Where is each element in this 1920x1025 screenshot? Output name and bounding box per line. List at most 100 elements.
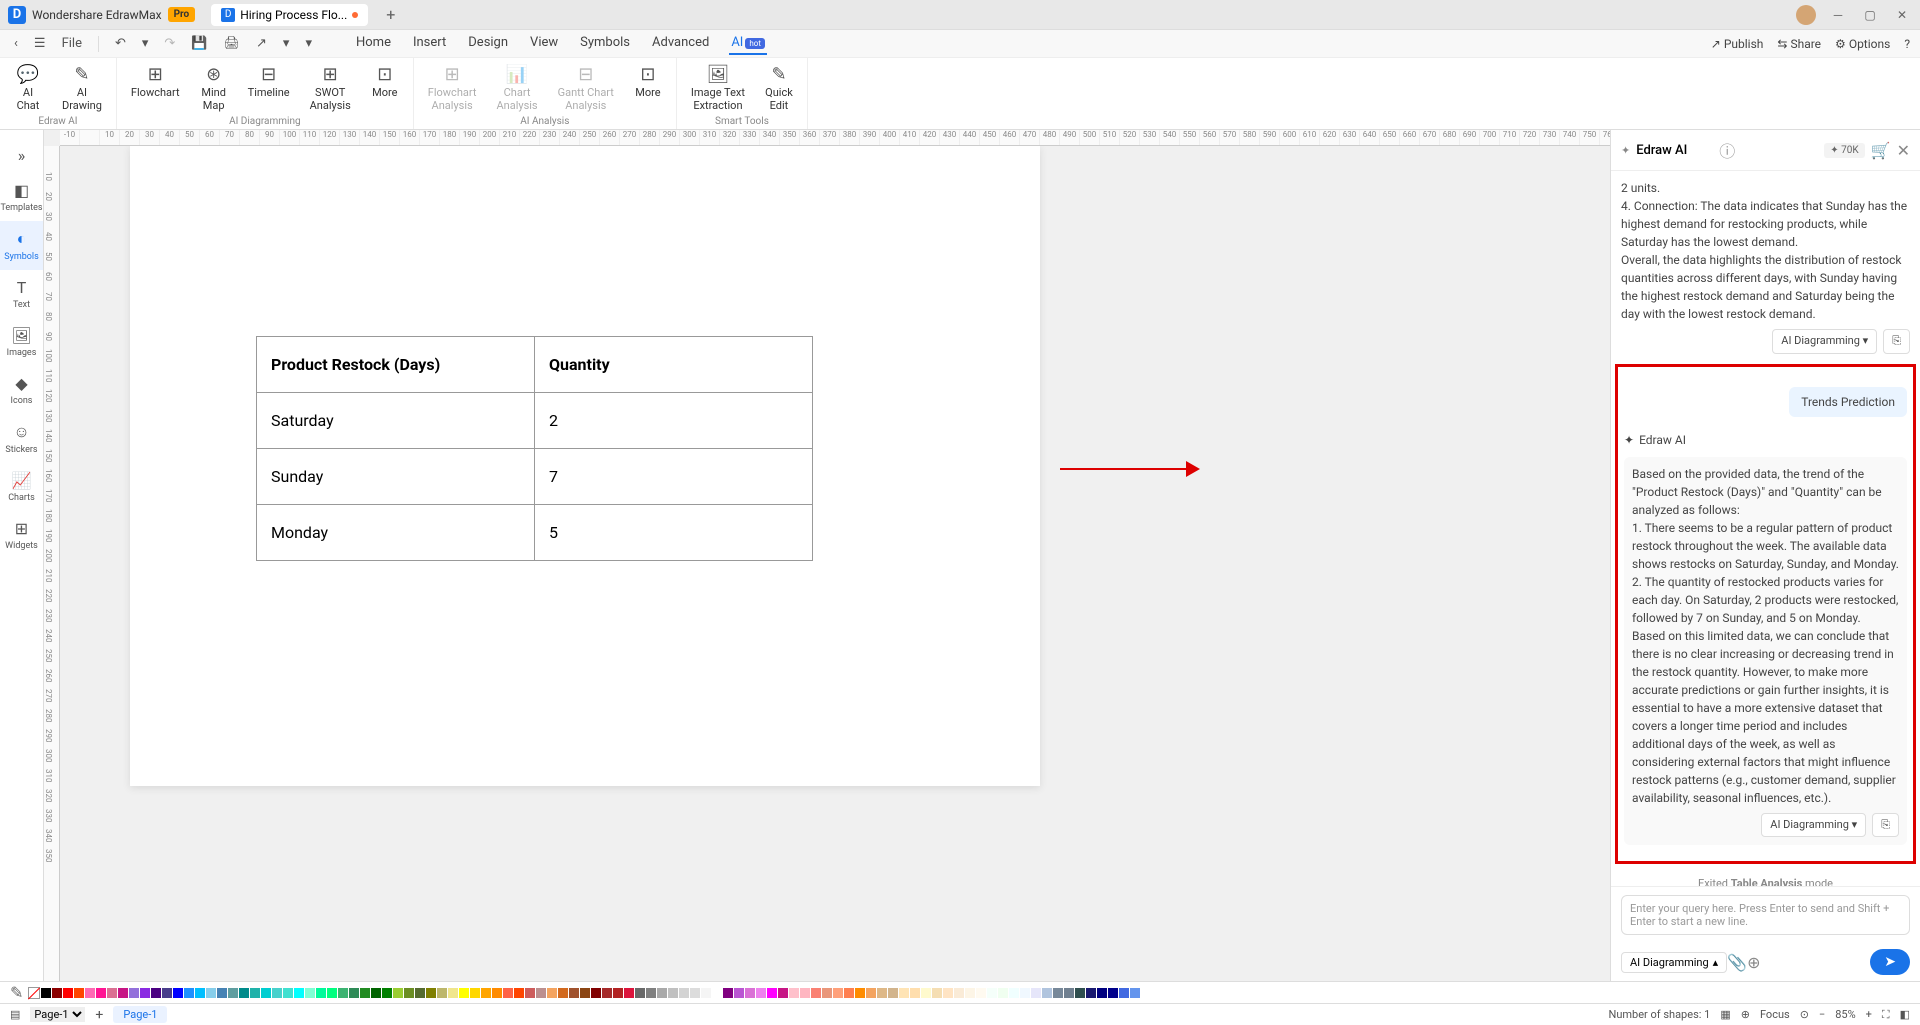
color-swatch[interactable] xyxy=(723,988,733,998)
color-swatch[interactable] xyxy=(206,988,216,998)
color-swatch[interactable] xyxy=(459,988,469,998)
eyedropper-icon[interactable]: ✎ xyxy=(10,983,23,1002)
zoom-in-button[interactable]: + xyxy=(1866,1008,1872,1021)
color-swatch[interactable] xyxy=(943,988,953,998)
color-swatch[interactable] xyxy=(173,988,183,998)
color-swatch[interactable] xyxy=(118,988,128,998)
flowchart-button[interactable]: ⊞Flowchart xyxy=(125,62,186,101)
color-swatch[interactable] xyxy=(1086,988,1096,998)
tab-insert[interactable]: Insert xyxy=(411,32,448,55)
color-swatch[interactable] xyxy=(41,988,51,998)
file-menu[interactable]: File xyxy=(58,34,86,53)
sidebar-icons[interactable]: ◆Icons xyxy=(0,366,43,414)
sidebar-text[interactable]: TText xyxy=(0,270,43,318)
color-swatch[interactable] xyxy=(349,988,359,998)
panel-close-button[interactable]: ✕ xyxy=(1897,141,1910,160)
color-swatch[interactable] xyxy=(63,988,73,998)
cart-icon[interactable]: 🛒 xyxy=(1871,141,1891,160)
ai-chat-button[interactable]: 💬AI Chat xyxy=(8,62,48,114)
color-swatch[interactable] xyxy=(239,988,249,998)
sidebar-symbols[interactable]: ◐Symbols xyxy=(0,221,43,270)
color-swatch[interactable] xyxy=(184,988,194,998)
swot-button[interactable]: ⊞SWOT Analysis xyxy=(304,62,357,114)
color-swatch[interactable] xyxy=(426,988,436,998)
options-button[interactable]: ⚙ Options xyxy=(1835,37,1890,51)
color-swatch[interactable] xyxy=(866,988,876,998)
color-swatch[interactable] xyxy=(789,988,799,998)
attach-icon[interactable]: 📎 xyxy=(1727,953,1747,972)
user-avatar[interactable] xyxy=(1796,5,1816,25)
color-swatch[interactable] xyxy=(591,988,601,998)
color-swatch[interactable] xyxy=(1020,988,1030,998)
sidebar-templates[interactable]: ◧Templates xyxy=(0,173,43,221)
canvas-area[interactable]: -101020304050607080901001101201301401501… xyxy=(44,130,1610,981)
color-swatch[interactable] xyxy=(415,988,425,998)
menu-icon[interactable]: ☰ xyxy=(30,34,50,53)
color-swatch[interactable] xyxy=(833,988,843,998)
color-swatch[interactable] xyxy=(965,988,975,998)
close-button[interactable]: ✕ xyxy=(1892,5,1912,25)
zoom-out-button[interactable]: − xyxy=(1819,1008,1825,1021)
color-swatch[interactable] xyxy=(107,988,117,998)
color-swatch[interactable] xyxy=(910,988,920,998)
help-button[interactable]: ? xyxy=(1904,37,1910,51)
sidebar-charts[interactable]: 📈Charts xyxy=(0,463,43,511)
color-swatch[interactable] xyxy=(492,988,502,998)
color-swatch[interactable] xyxy=(96,988,106,998)
color-swatch[interactable] xyxy=(525,988,535,998)
page-tab[interactable]: Page-1 xyxy=(113,1006,167,1023)
tab-design[interactable]: Design xyxy=(466,32,510,55)
color-swatch[interactable] xyxy=(140,988,150,998)
color-swatch[interactable] xyxy=(316,988,326,998)
color-swatch[interactable] xyxy=(195,988,205,998)
color-swatch[interactable] xyxy=(129,988,139,998)
fullscreen-icon[interactable]: ⛶ xyxy=(1882,1008,1890,1022)
color-swatch[interactable] xyxy=(899,988,909,998)
document-tab[interactable]: D Hiring Process Flo... xyxy=(211,4,368,26)
color-swatch[interactable] xyxy=(448,988,458,998)
color-swatch[interactable] xyxy=(1042,988,1052,998)
tab-home[interactable]: Home xyxy=(354,32,393,55)
mindmap-button[interactable]: ⊛Mind Map xyxy=(194,62,234,114)
add-page-button[interactable]: + xyxy=(95,1007,103,1023)
color-swatch[interactable] xyxy=(536,988,546,998)
color-swatch[interactable] xyxy=(261,988,271,998)
maximize-button[interactable]: ▢ xyxy=(1860,5,1880,25)
tab-symbols[interactable]: Symbols xyxy=(578,32,632,55)
copy-button-2[interactable]: ⎘ xyxy=(1872,813,1899,838)
timeline-button[interactable]: ⊟Timeline xyxy=(242,62,296,101)
print-button[interactable]: 🖨 xyxy=(220,34,245,53)
sidebar-expand[interactable]: » xyxy=(0,138,43,173)
color-swatch[interactable] xyxy=(52,988,62,998)
table-row[interactable]: Monday 5 xyxy=(257,505,813,561)
color-swatch[interactable] xyxy=(1130,988,1140,998)
color-swatch[interactable] xyxy=(756,988,766,998)
more-analysis-button[interactable]: ⊡More xyxy=(628,62,668,101)
color-swatch[interactable] xyxy=(734,988,744,998)
color-swatch[interactable] xyxy=(800,988,810,998)
color-swatch[interactable] xyxy=(668,988,678,998)
color-swatch[interactable] xyxy=(327,988,337,998)
color-swatch[interactable] xyxy=(767,988,777,998)
color-swatch[interactable] xyxy=(228,988,238,998)
color-swatch[interactable] xyxy=(1064,988,1074,998)
color-swatch[interactable] xyxy=(481,988,491,998)
color-swatch[interactable] xyxy=(283,988,293,998)
color-swatch[interactable] xyxy=(624,988,634,998)
color-swatch[interactable] xyxy=(305,988,315,998)
color-swatch[interactable] xyxy=(635,988,645,998)
pages-icon[interactable]: ▤ xyxy=(10,1008,20,1021)
table-header-row[interactable]: Product Restock (Days) Quantity xyxy=(257,337,813,393)
back-button[interactable]: ‹ xyxy=(10,34,22,53)
focus-icon[interactable]: ⊕ xyxy=(1741,1008,1750,1021)
help-icon[interactable]: ⓘ xyxy=(1719,138,1735,162)
color-swatch[interactable] xyxy=(855,988,865,998)
header-quantity[interactable]: Quantity xyxy=(535,337,813,393)
color-swatch[interactable] xyxy=(745,988,755,998)
token-count[interactable]: ✦ 70K xyxy=(1824,143,1864,158)
color-swatch[interactable] xyxy=(712,988,722,998)
color-swatch[interactable] xyxy=(1097,988,1107,998)
page-selector[interactable]: Page-1 xyxy=(30,1007,85,1022)
canvas-viewport[interactable]: Product Restock (Days) Quantity Saturday… xyxy=(60,146,1610,981)
copy-button[interactable]: ⎘ xyxy=(1883,329,1910,354)
